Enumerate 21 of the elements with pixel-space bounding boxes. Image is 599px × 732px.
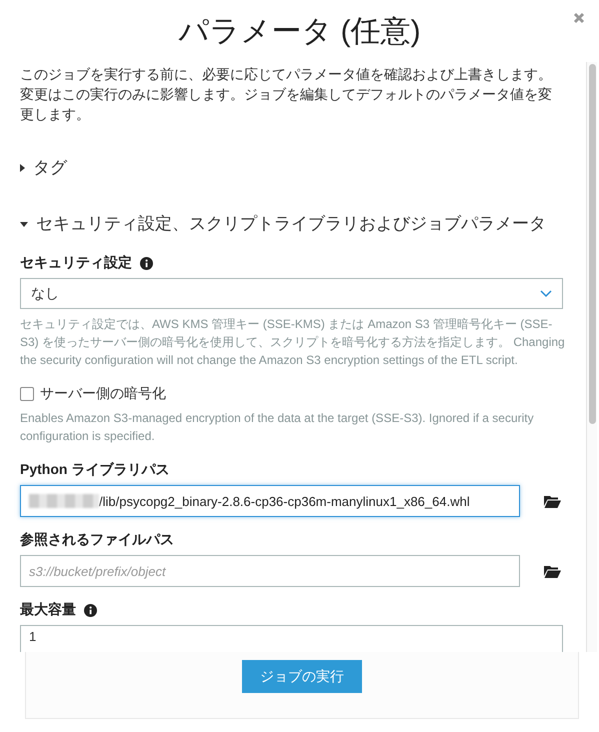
- section-toggle[interactable]: セキュリティ設定、スクリプトライブラリおよびジョブパラメータ: [20, 212, 565, 236]
- security-select[interactable]: なし: [20, 278, 563, 309]
- field-label: 参照されるファイルパス: [20, 531, 174, 549]
- field-label: セキュリティ設定: [20, 254, 132, 272]
- help-text: Enables Amazon S3-managed encryption of the data at the target (SSE-S3). Ignored if a security configuration is specified.: [20, 410, 535, 445]
- help-text: セキュリティ設定では、AWS KMS 管理キー (SSE-KMS) または Amazon S3 管理暗号化キー (SSE-S3) を使ったサーバー側の暗号化を使用して、スクリプトを暗号化する方法を指定します。 Changing the security configuration will not change the Amazon S3 encryption settings of the ETL script.: [20, 316, 565, 369]
- chevron-down-icon: [540, 290, 552, 298]
- checkbox-label: サーバー側の暗号化: [40, 385, 166, 403]
- folder-icon[interactable]: [544, 564, 561, 578]
- scrollbar[interactable]: [586, 62, 597, 652]
- checkbox[interactable]: [20, 387, 34, 401]
- close-button[interactable]: [571, 10, 587, 26]
- path-input[interactable]: /lib/psycopg2_binary-2.8.6-cp36-cp36m-manylinux1_x86_64.whl: [20, 485, 520, 517]
- field-label: Python ライブラリパス: [20, 461, 170, 479]
- section-toggle[interactable]: タグ: [20, 156, 565, 180]
- dialog-title: パラメータ (任意): [178, 14, 421, 50]
- folder-icon[interactable]: [544, 494, 561, 508]
- description-text: このジョブを実行する前に、必要に応じてパラメータ値を確認および上書きします。変更はこの実行のみに影響します。ジョブを編集してデフォルトのパラメータ値を変更します。: [20, 65, 553, 124]
- field-label: 最大容量: [20, 601, 76, 619]
- info-icon[interactable]: [84, 604, 97, 616]
- info-icon[interactable]: [140, 256, 153, 270]
